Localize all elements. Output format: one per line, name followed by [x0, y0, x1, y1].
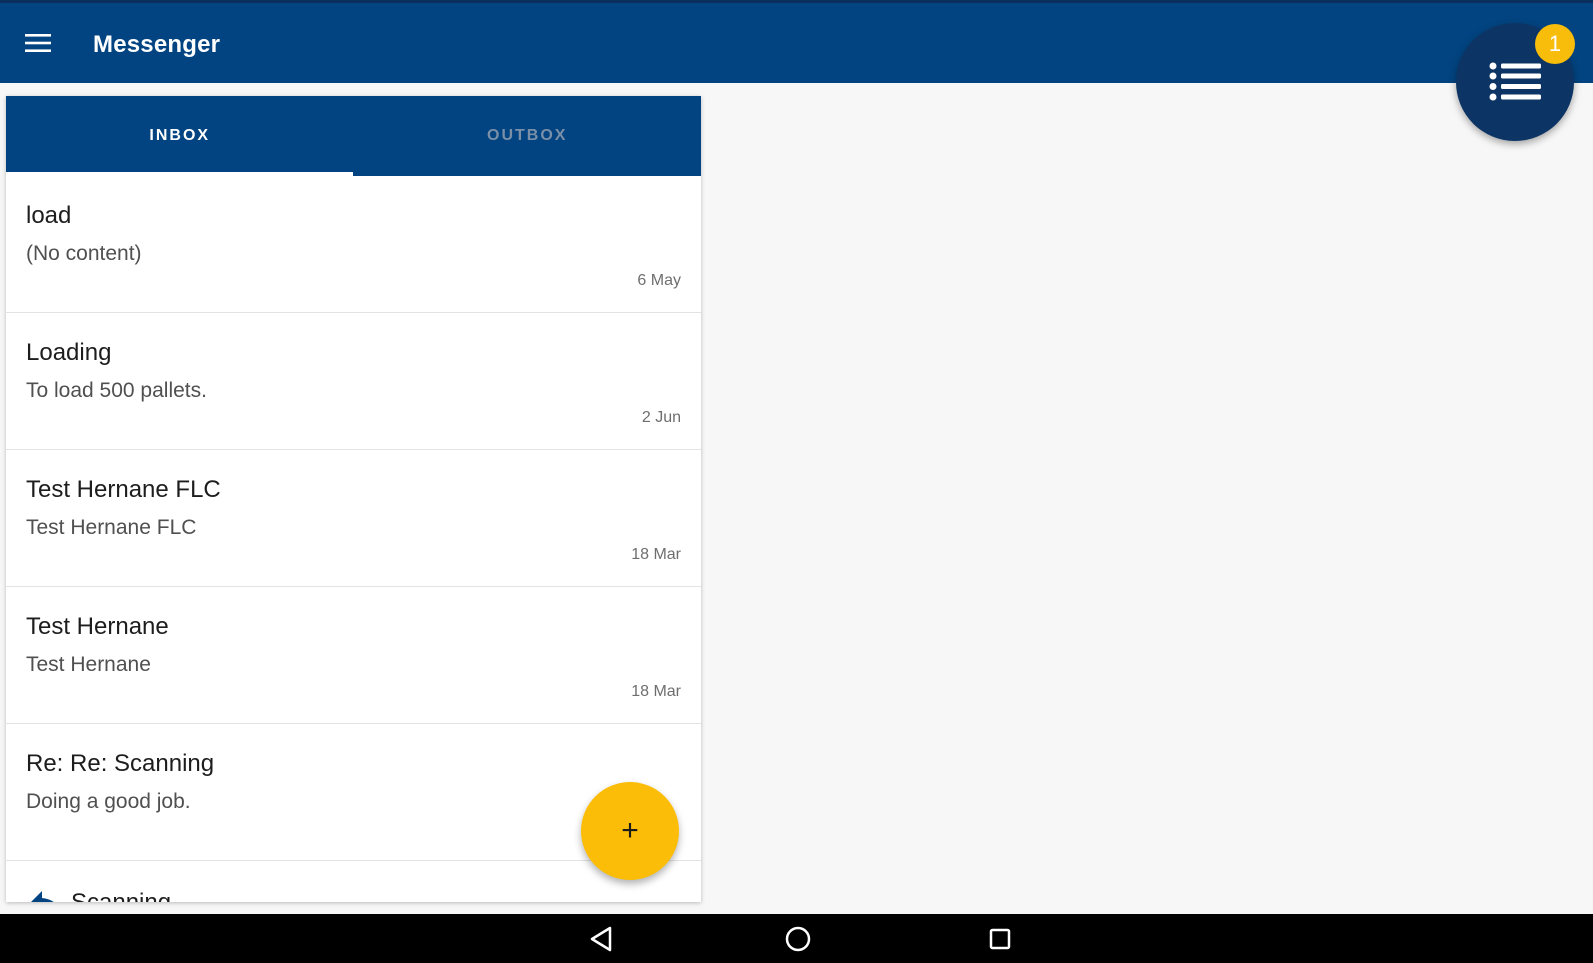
back-button[interactable] — [584, 922, 618, 956]
message-subject: Test Hernane — [26, 613, 169, 640]
message-item[interactable]: Loading To load 500 pallets. 2 Jun — [6, 313, 701, 450]
message-preview: (No content) — [26, 242, 142, 265]
message-preview: Doing a good job. — [26, 790, 191, 813]
message-date: 18 Mar — [631, 683, 681, 700]
messages-panel: INBOX OUTBOX load (No content) 6 May Loa… — [6, 96, 701, 902]
message-preview: To load 500 pallets. — [26, 379, 207, 402]
home-icon — [785, 926, 811, 952]
reply-icon — [31, 891, 54, 902]
system-nav-bar — [0, 914, 1593, 963]
message-subject: Re: Re: Scanning — [26, 750, 215, 777]
message-item[interactable]: Test Hernane FLC Test Hernane FLC 18 Mar — [6, 450, 701, 587]
message-item[interactable]: load (No content) 6 May — [6, 176, 701, 313]
recents-icon — [989, 928, 1011, 950]
back-icon — [590, 926, 612, 952]
message-subject: Scanning — [71, 889, 171, 902]
message-subject: load — [26, 202, 72, 229]
hamburger-menu-icon — [25, 34, 51, 52]
message-subject: Loading — [26, 339, 112, 366]
tab-outbox[interactable]: OUTBOX — [354, 96, 702, 176]
list-icon — [1489, 62, 1541, 101]
message-subject: Test Hernane FLC — [26, 476, 221, 503]
message-preview: Test Hernane FLC — [26, 516, 197, 539]
app-bar: Messenger — [0, 3, 1593, 83]
menu-button[interactable] — [20, 25, 56, 61]
message-date: 6 May — [637, 272, 681, 289]
home-button[interactable] — [781, 922, 815, 956]
message-preview: Test Hernane — [26, 653, 151, 676]
tab-bar: INBOX OUTBOX — [6, 96, 701, 176]
message-item[interactable]: Test Hernane Test Hernane 18 Mar — [6, 587, 701, 724]
messenger-screen: Messenger 1 INBOX OUTBOX load (No conten… — [0, 0, 1593, 963]
plus-icon: + — [621, 814, 639, 847]
compose-button[interactable]: + — [581, 782, 679, 880]
message-date: 18 Mar — [631, 546, 681, 563]
message-date: 2 Jun — [641, 409, 681, 426]
app-title: Messenger — [93, 31, 221, 58]
tab-inbox[interactable]: INBOX — [6, 96, 354, 176]
tasks-badge: 1 — [1535, 24, 1575, 64]
recents-button[interactable] — [983, 922, 1017, 956]
message-list: load (No content) 6 May Loading To load … — [6, 176, 701, 902]
